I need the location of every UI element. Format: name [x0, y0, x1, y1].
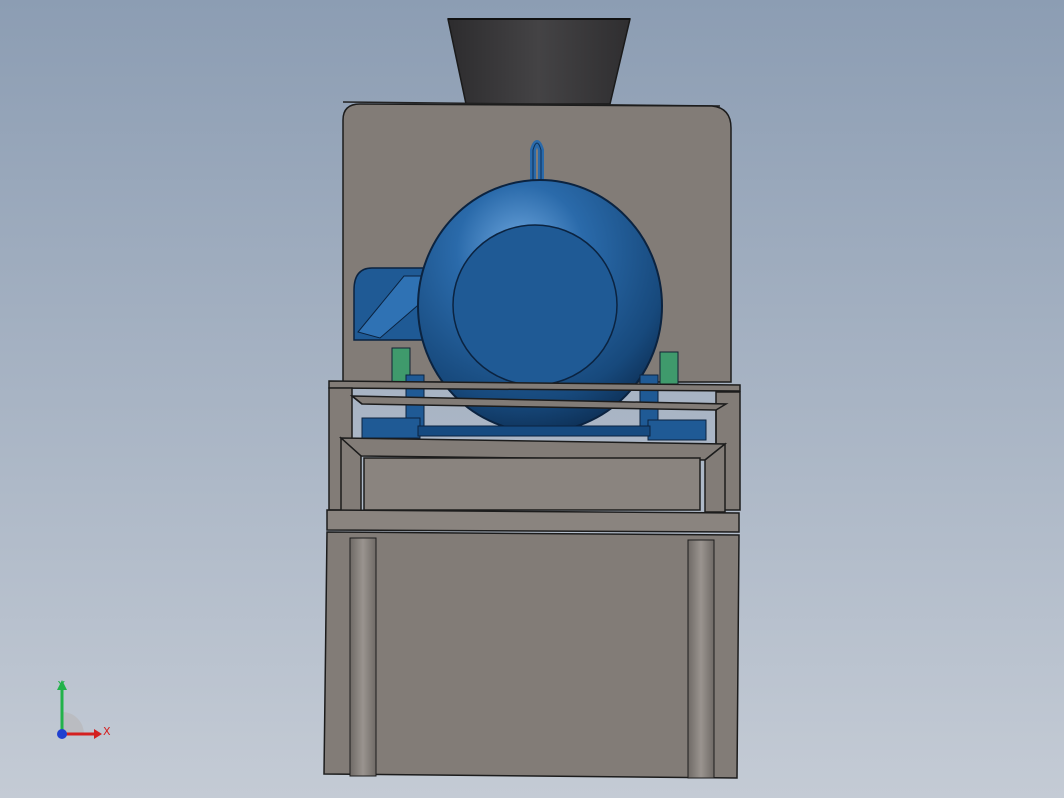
- z-axis-dot: [57, 729, 67, 739]
- y-axis-label: Y: [57, 679, 65, 692]
- terminal-box[interactable]: [353, 267, 429, 341]
- coordinate-triad: Y X: [57, 679, 111, 739]
- x-axis-label: X: [103, 725, 111, 738]
- x-axis-arrow: [94, 729, 102, 739]
- tray-frame[interactable]: [339, 436, 728, 513]
- motor-end-cap[interactable]: [452, 224, 618, 386]
- graphics-viewport[interactable]: Y X: [0, 0, 1064, 798]
- stand-top-plate[interactable]: [326, 509, 740, 533]
- hopper[interactable]: [447, 18, 631, 105]
- motor[interactable]: [417, 179, 663, 433]
- cad-model[interactable]: [0, 0, 1064, 798]
- stand-body[interactable]: [323, 531, 740, 779]
